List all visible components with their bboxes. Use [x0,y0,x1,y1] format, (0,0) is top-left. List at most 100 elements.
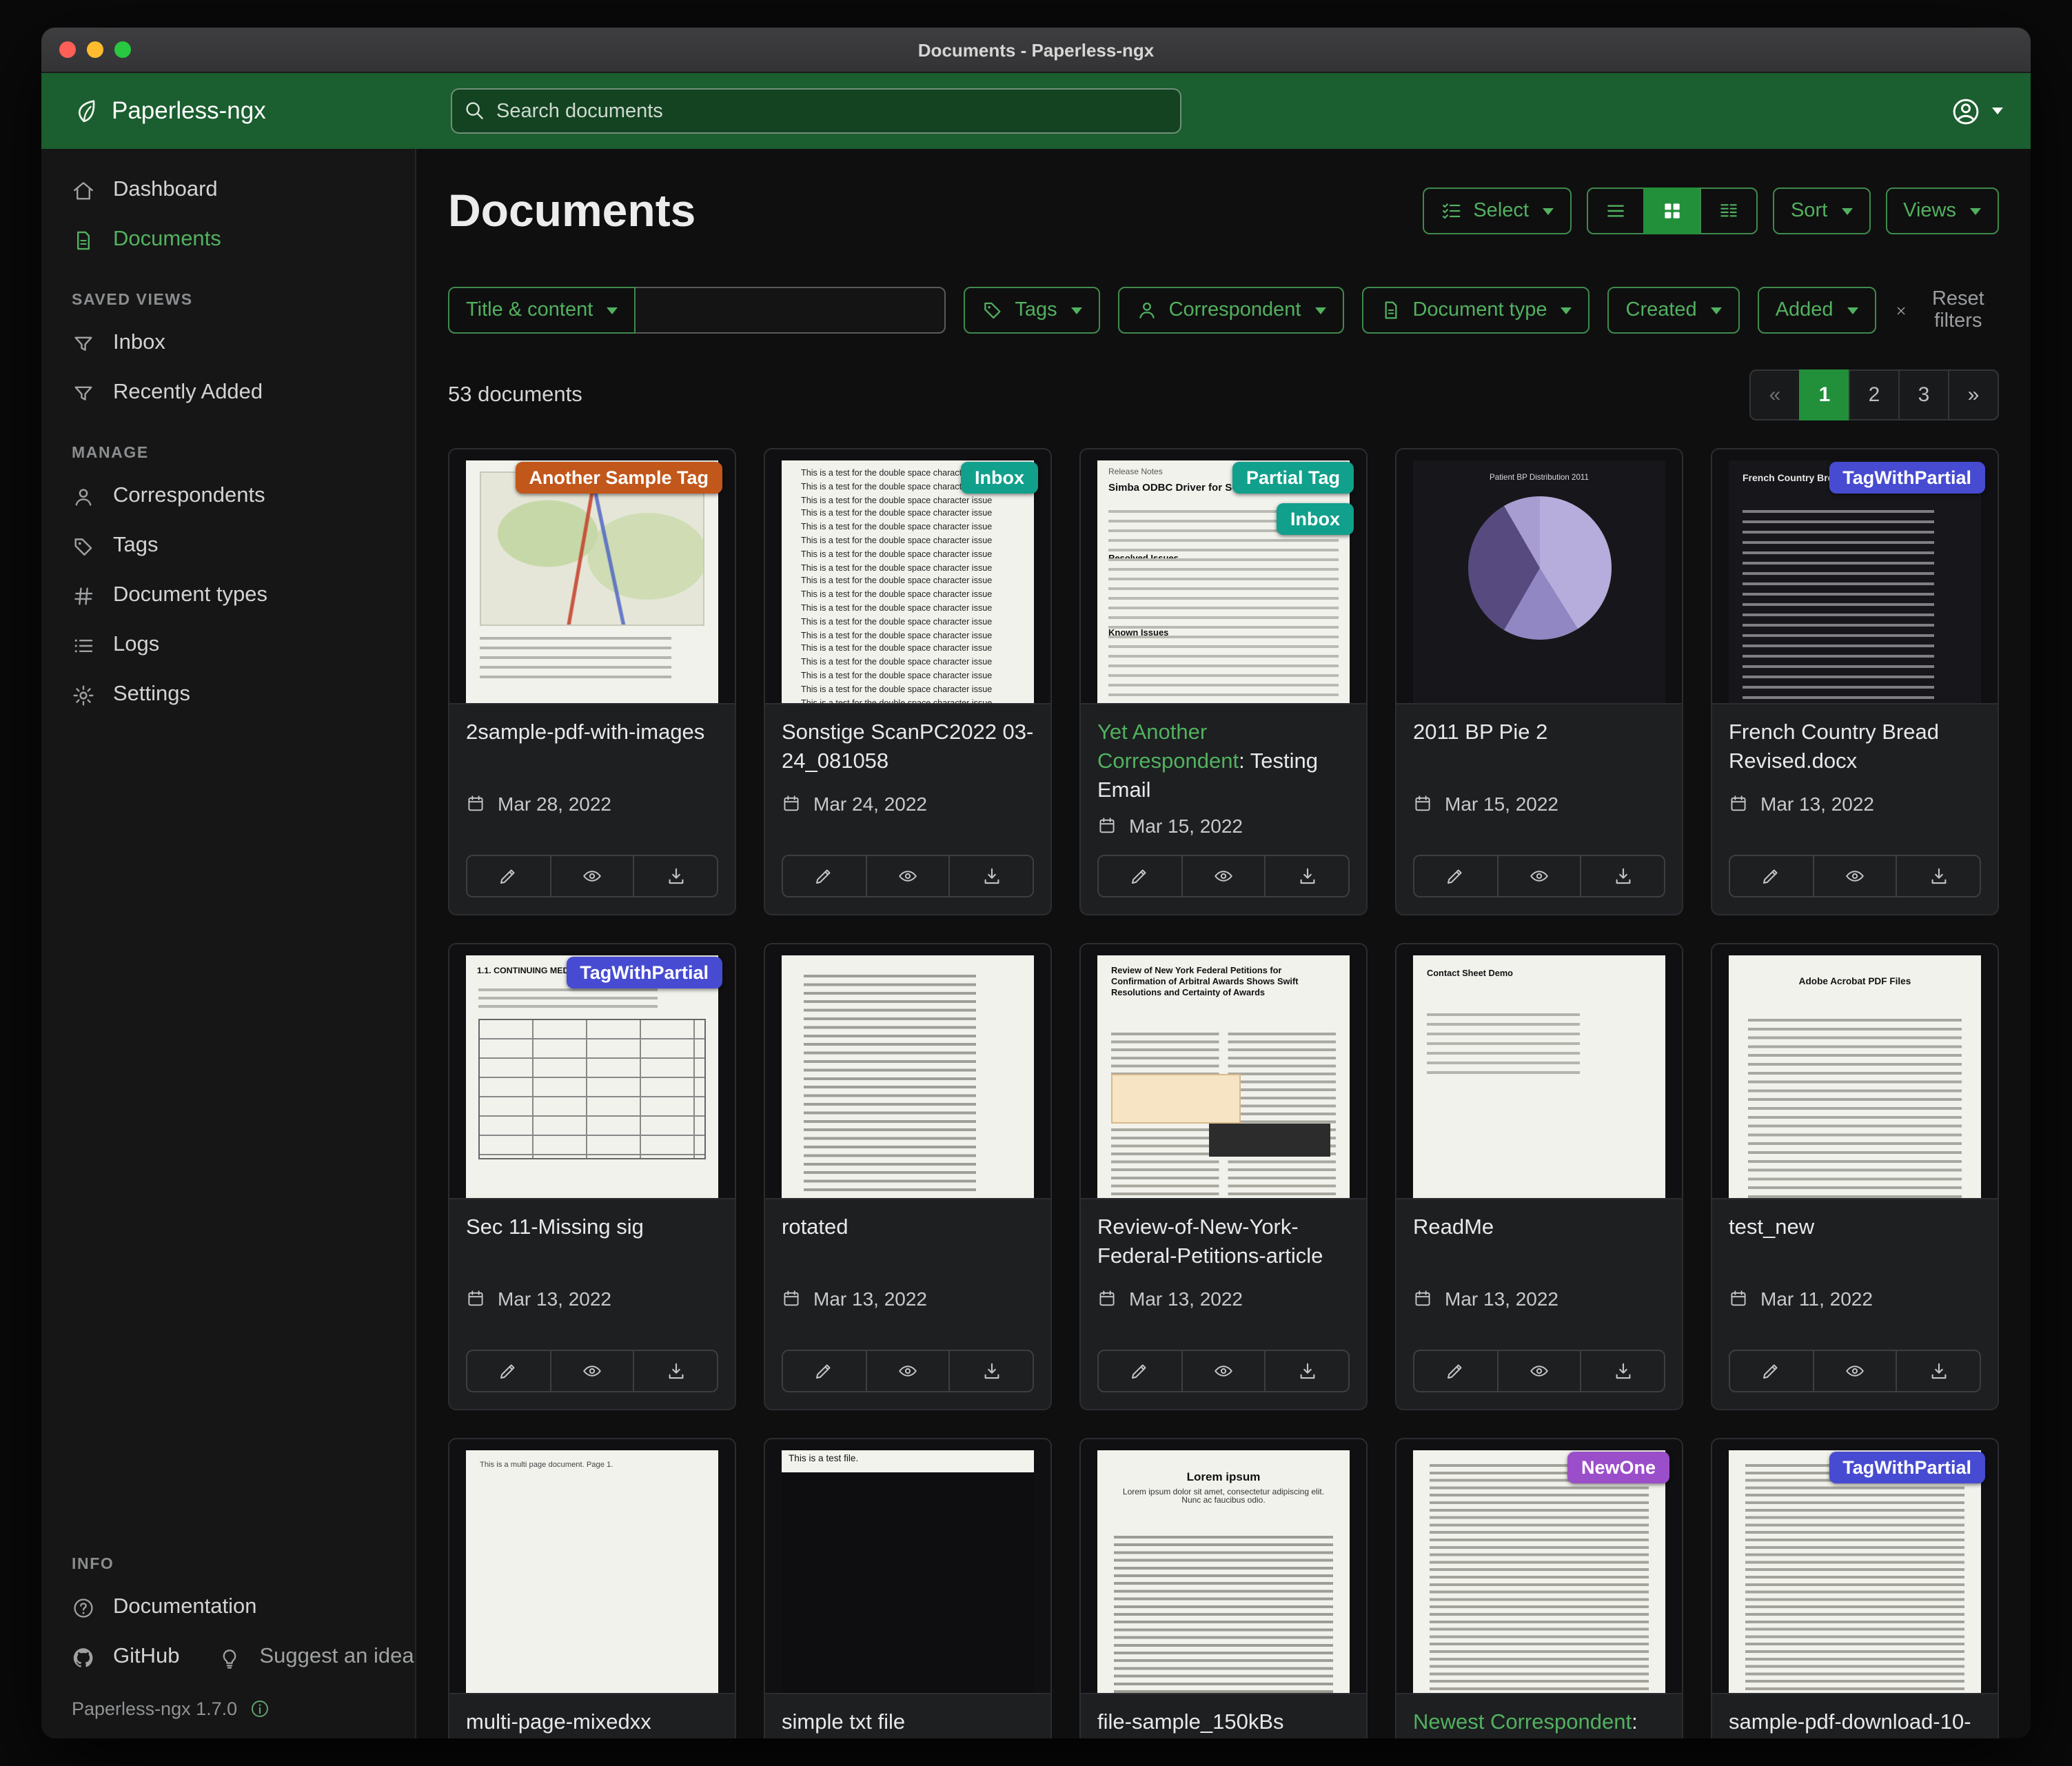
pagination-page-3[interactable]: 3 [1898,369,1949,420]
view-button[interactable] [1181,1350,1266,1392]
window-titlebar[interactable]: Documents - Paperless-ngx [41,28,2031,73]
sidebar-item-dashboard[interactable]: Dashboard [41,165,415,215]
document-title[interactable]: multi-page-mixedxx [466,1709,718,1738]
created-filter-button[interactable]: Created [1608,287,1740,334]
document-thumbnail[interactable] [765,944,1050,1199]
pagination-page-2[interactable]: 2 [1849,369,1900,420]
document-title[interactable]: French Country Bread Revised.docx [1729,720,1981,784]
download-button[interactable] [633,855,718,897]
edit-button[interactable] [1097,1350,1182,1392]
download-button[interactable] [633,1350,718,1392]
pagination-prev-button[interactable]: « [1749,369,1800,420]
pagination-next-button[interactable]: » [1948,369,1999,420]
tag-badge[interactable]: Partial Tag [1232,462,1354,494]
document-thumbnail[interactable]: Patient BP Distribution 2011 [1396,449,1682,704]
view-grid-button[interactable] [1643,187,1701,234]
sidebar-item-inbox[interactable]: Inbox [41,318,415,368]
tag-badge[interactable]: NewOne [1567,1452,1669,1483]
view-details-button[interactable] [1700,187,1758,234]
tag-badge[interactable]: TagWithPartial [1829,462,1985,494]
pagination-page-1[interactable]: 1 [1799,369,1850,420]
view-button[interactable] [1181,855,1266,897]
document-title[interactable]: simple txt file [782,1709,1034,1738]
document-title[interactable]: rotated [782,1215,1034,1279]
document-title[interactable]: 2sample-pdf-with-images [466,720,718,784]
sidebar-item-documents[interactable]: Documents [41,215,415,265]
document-type-filter-button[interactable]: Document type [1361,287,1589,334]
added-filter-button[interactable]: Added [1758,287,1876,334]
document-thumbnail[interactable]: Contact Sheet Demo [1396,944,1682,1199]
document-title[interactable]: 2011 BP Pie 2 [1413,720,1665,784]
document-title[interactable]: test_new [1729,1215,1981,1279]
sidebar-item-settings[interactable]: Settings [41,670,415,720]
edit-button[interactable] [782,855,866,897]
document-title[interactable]: sample-pdf-download-10-mb-longer-title [1729,1709,1981,1738]
edit-button[interactable] [1413,1350,1498,1392]
sidebar-item-logs[interactable]: Logs [41,620,415,670]
document-correspondent[interactable]: Newest Correspondent [1413,1711,1632,1734]
sidebar-item-documentation[interactable]: Documentation [41,1583,415,1632]
document-thumbnail[interactable]: This is a test file. [765,1439,1050,1694]
edit-button[interactable] [466,1350,551,1392]
tag-badge[interactable]: Inbox [1277,503,1354,535]
select-button[interactable]: Select [1422,187,1572,234]
reset-filters-button[interactable]: Reset filters [1894,288,1999,332]
view-list-button[interactable] [1587,187,1645,234]
sidebar-item-github[interactable]: GitHub [41,1632,210,1682]
document-correspondent[interactable]: Yet Another Correspondent [1097,721,1239,773]
download-button[interactable] [1896,1350,1981,1392]
document-thumbnail[interactable]: Release NotesSimba ODBC Driver for SQL S… [1081,449,1366,704]
view-button[interactable] [1812,855,1897,897]
sidebar-item-recently-added[interactable]: Recently Added [41,368,415,418]
download-button[interactable] [1581,1350,1665,1392]
document-title[interactable]: Sec 11-Missing sig [466,1215,718,1279]
document-thumbnail[interactable]: Adobe Acrobat PDF Files [1712,944,1998,1199]
view-button[interactable] [865,1350,950,1392]
document-title[interactable]: Yet Another Correspondent: Testing Email [1097,720,1350,806]
info-circle-icon[interactable] [250,1698,270,1719]
document-thumbnail[interactable]: NewOne [1396,1439,1682,1694]
brand[interactable]: Paperless-ngx [69,97,451,125]
user-menu[interactable] [1951,96,2003,126]
edit-button[interactable] [1729,855,1814,897]
document-thumbnail[interactable]: TagWithPartial [1712,1439,1998,1694]
document-thumbnail[interactable]: Review of New York Federal Petitions for… [1081,944,1366,1199]
view-button[interactable] [1496,1350,1581,1392]
close-button[interactable] [59,41,76,58]
document-thumbnail[interactable]: This is a multi page document. Page 1. [449,1439,735,1694]
document-thumbnail[interactable]: This is a test for the double space char… [765,449,1050,704]
sidebar-item-document-types[interactable]: Document types [41,571,415,620]
document-title[interactable]: ReadMe [1413,1215,1665,1279]
view-button[interactable] [549,1350,634,1392]
document-thumbnail[interactable]: 1.1. CONTINUING MEDICAL EDUCA TagWithPar… [449,944,735,1199]
edit-button[interactable] [466,855,551,897]
document-title[interactable]: Newest Correspondent: f_combineds [1413,1709,1665,1738]
title-content-input[interactable] [636,287,946,334]
views-button[interactable]: Views [1885,187,1999,234]
edit-button[interactable] [1413,855,1498,897]
download-button[interactable] [949,855,1034,897]
document-title[interactable]: Sonstige ScanPC2022 03-24_081058 [782,720,1034,784]
download-button[interactable] [949,1350,1034,1392]
document-thumbnail[interactable]: Lorem ipsumLorem ipsum dolor sit amet, c… [1081,1439,1366,1694]
document-title[interactable]: file-sample_150kBs [1097,1709,1350,1738]
document-title[interactable]: Review-of-New-York-Federal-Petitions-art… [1097,1215,1350,1279]
document-thumbnail[interactable]: French Country Bread TagWithPartial [1712,449,1998,704]
view-button[interactable] [865,855,950,897]
view-button[interactable] [549,855,634,897]
search-input[interactable] [451,88,1181,134]
download-button[interactable] [1896,855,1981,897]
tag-badge[interactable]: Another Sample Tag [515,462,722,494]
edit-button[interactable] [782,1350,866,1392]
zoom-button[interactable] [114,41,131,58]
tag-badge[interactable]: TagWithPartial [1829,1452,1985,1483]
view-button[interactable] [1496,855,1581,897]
minimize-button[interactable] [87,41,103,58]
sidebar-item-correspondents[interactable]: Correspondents [41,471,415,521]
sidebar-item-tags[interactable]: Tags [41,521,415,571]
document-thumbnail[interactable]: Another Sample Tag [449,449,735,704]
sidebar-item-suggest-idea[interactable]: Suggest an idea [210,1632,417,1682]
tag-badge[interactable]: TagWithPartial [566,957,722,988]
download-button[interactable] [1265,855,1350,897]
tag-badge[interactable]: Inbox [961,462,1038,494]
